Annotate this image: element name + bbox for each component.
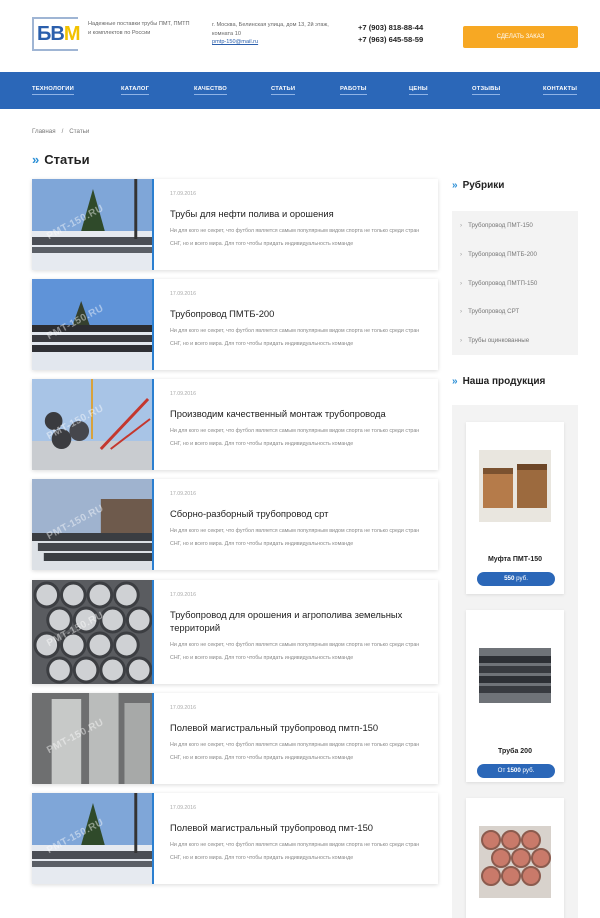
rubric-item[interactable]: › Трубопровод СРТ [460, 308, 519, 315]
nav-item-reviews[interactable]: Отзывы [472, 86, 501, 95]
product-price[interactable]: 550 руб. [477, 572, 555, 586]
product-card[interactable]: Муфта ПМТ-150 550 руб. [466, 422, 564, 594]
nav-item-prices[interactable]: Цены [409, 86, 428, 95]
nav-item-quality[interactable]: Качество [194, 86, 227, 95]
article-card[interactable]: PMT-150.RU 17.09.2016 Производим качеств… [32, 379, 438, 470]
article-card[interactable]: PMT-150.RU 17.09.2016 Трубопровод ПМТБ-2… [32, 279, 438, 370]
chevron-right-icon: › [460, 280, 463, 287]
phone-2[interactable]: +7 (963) 645-58-59 [358, 34, 423, 46]
rubrics-list: › Трубопровод ПМТ-150 › Трубопровод ПМТБ-2… [452, 211, 578, 355]
nav-item-catalog[interactable]: Каталог [121, 86, 150, 95]
article-excerpt: Ни для кого не секрет, что футбол являет… [170, 328, 420, 347]
nav-item-contacts[interactable]: Контакты [543, 86, 578, 95]
article-card[interactable]: PMT-150.RU 17.09.2016 Полевой магистраль… [32, 693, 438, 784]
article-image[interactable]: PMT-150.RU [32, 179, 154, 270]
article-image[interactable]: PMT-150.RU [32, 580, 154, 684]
chevron-right-icon: › [460, 337, 463, 344]
logo-text: БВМ [37, 23, 80, 45]
breadcrumb: Главная / Статьи [32, 128, 89, 135]
chevron-right-icon: › [460, 222, 463, 229]
chevron-double-right-icon: » [452, 180, 458, 191]
product-card[interactable]: Труба 200 От 1500 руб. [466, 610, 564, 782]
page-title: » Статьи [32, 152, 90, 167]
article-excerpt: Ни для кого не секрет, что футбол являет… [170, 642, 420, 661]
product-card[interactable] [466, 798, 564, 918]
phone-1[interactable]: +7 (903) 818-88-44 [358, 22, 423, 34]
article-date: 17.09.2016 [170, 805, 196, 811]
article-date: 17.09.2016 [170, 191, 196, 197]
site-tagline: Надежные поставки трубы ПМТ, ПМТП и комп… [88, 21, 190, 36]
rubrics-title: » Рубрики [452, 180, 505, 191]
article-title[interactable]: Полевой магистральный трубопровод пмтп-1… [170, 721, 420, 734]
product-image[interactable] [479, 450, 551, 522]
nav-item-works[interactable]: Работы [340, 86, 367, 95]
article-image[interactable]: PMT-150.RU [32, 693, 154, 784]
rubric-item[interactable]: › Трубопровод ПМТБ-200 [460, 251, 537, 258]
product-image[interactable] [479, 826, 551, 898]
article-card[interactable]: PMT-150.RU 17.09.2016 Сборно-разборный т… [32, 479, 438, 570]
rubric-item[interactable]: › Трубопровод ПМТП-150 [460, 280, 537, 287]
address-text: г. Москва, Белинская улица, дом 13, 2й э… [212, 22, 329, 37]
site-header: БВМ Надежные поставки трубы ПМТ, ПМТП и … [0, 0, 600, 72]
article-excerpt: Ни для кого не секрет, что футбол являет… [170, 742, 420, 761]
article-title[interactable]: Трубы для нефти полива и орошения [170, 207, 420, 220]
chevron-right-icon: › [460, 308, 463, 315]
phone-numbers: +7 (903) 818-88-44 +7 (963) 645-58-59 [358, 22, 423, 46]
breadcrumb-current: Статьи [69, 128, 90, 135]
breadcrumb-separator: / [61, 128, 64, 135]
article-title[interactable]: Полевой магистральный трубопровод пмт-15… [170, 821, 420, 834]
article-date: 17.09.2016 [170, 391, 196, 397]
nav-item-technologies[interactable]: Технологии [32, 86, 75, 95]
breadcrumb-home[interactable]: Главная [32, 128, 56, 135]
rubric-item[interactable]: › Трубы оцинкованные [460, 337, 529, 344]
article-title[interactable]: Трубопровод ПМТБ-200 [170, 307, 420, 320]
product-name[interactable]: Муфта ПМТ-150 [466, 556, 564, 563]
main-nav: Технологии Каталог Качество Статьи Работ… [0, 72, 600, 109]
article-image[interactable]: PMT-150.RU [32, 479, 154, 570]
products-list: Муфта ПМТ-150 550 руб. Труба 200 От 1500… [452, 405, 578, 918]
article-date: 17.09.2016 [170, 491, 196, 497]
products-title: » Наша продукция [452, 376, 546, 387]
order-button[interactable]: Сделать заказ [463, 26, 578, 48]
article-excerpt: Ни для кого не секрет, что футбол являет… [170, 528, 420, 547]
article-card[interactable]: PMT-150.RU 17.09.2016 Полевой магистраль… [32, 793, 438, 884]
article-date: 17.09.2016 [170, 705, 196, 711]
article-title[interactable]: Трубопровод для орошения и агрополива зе… [170, 608, 420, 634]
chevron-double-right-icon: » [452, 376, 458, 387]
article-excerpt: Ни для кого не секрет, что футбол являет… [170, 228, 420, 247]
chevron-double-right-icon: » [32, 152, 40, 167]
contact-address: г. Москва, Белинская улица, дом 13, 2й э… [212, 21, 340, 47]
article-image[interactable]: PMT-150.RU [32, 279, 154, 370]
email-link[interactable]: pmtp-150@mail.ru [212, 38, 340, 47]
rubric-item[interactable]: › Трубопровод ПМТ-150 [460, 222, 533, 229]
product-price[interactable]: От 1500 руб. [477, 764, 555, 778]
product-image[interactable] [479, 648, 551, 703]
article-image[interactable]: PMT-150.RU [32, 379, 154, 470]
article-card[interactable]: PMT-150.RU 17.09.2016 Трубопровод для ор… [32, 580, 438, 684]
article-excerpt: Ни для кого не секрет, что футбол являет… [170, 842, 420, 861]
article-card[interactable]: PMT-150.RU 17.09.2016 Трубы для нефти по… [32, 179, 438, 270]
nav-item-articles[interactable]: Статьи [271, 86, 296, 95]
article-excerpt: Ни для кого не секрет, что футбол являет… [170, 428, 420, 447]
article-image[interactable]: PMT-150.RU [32, 793, 154, 884]
article-date: 17.09.2016 [170, 592, 196, 598]
chevron-right-icon: › [460, 251, 463, 258]
article-title[interactable]: Сборно-разборный трубопровод срт [170, 507, 420, 520]
article-date: 17.09.2016 [170, 291, 196, 297]
article-title[interactable]: Производим качественный монтаж трубопров… [170, 407, 420, 420]
product-name[interactable]: Труба 200 [466, 748, 564, 755]
logo[interactable]: БВМ [32, 17, 80, 51]
